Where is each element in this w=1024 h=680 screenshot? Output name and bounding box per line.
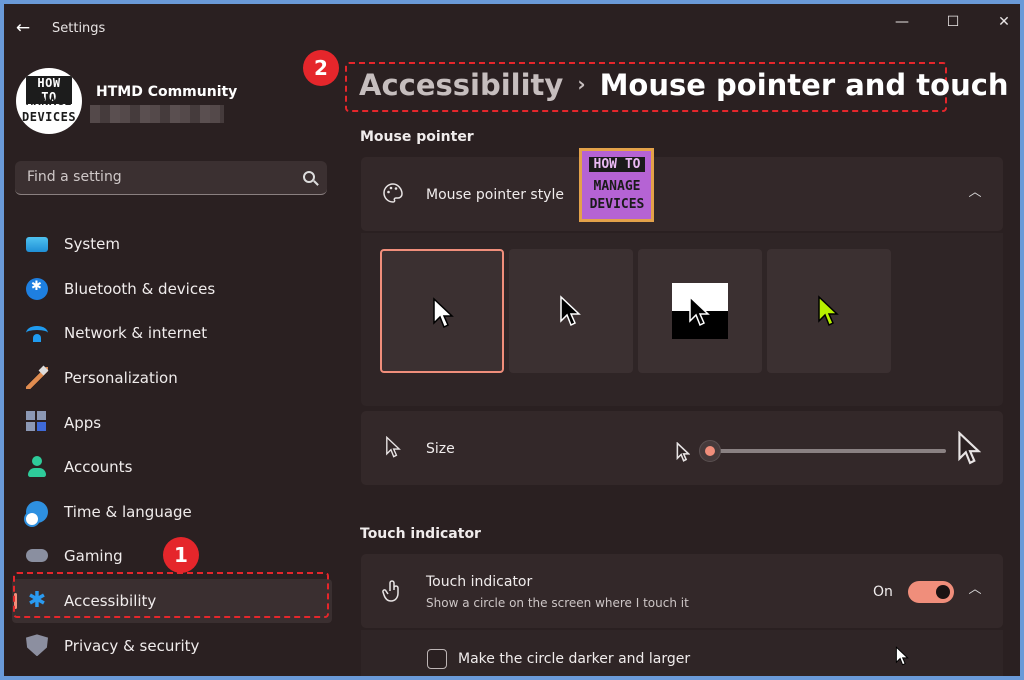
back-arrow-icon[interactable]: ← (13, 18, 33, 38)
touch-indicator-header[interactable]: Touch indicator Show a circle on the scr… (361, 554, 1003, 628)
gamepad-icon (26, 549, 48, 563)
sidebar-item-label: Gaming (64, 547, 123, 566)
sidebar-item-system[interactable]: System (12, 222, 332, 267)
avatar-logo-line: DEVICES (22, 110, 77, 124)
system-icon (26, 237, 48, 252)
sidebar-item-label: Bluetooth & devices (64, 279, 216, 298)
clock-globe-icon (24, 500, 48, 527)
search-input[interactable] (27, 169, 287, 185)
settings-window: ← Settings — ☐ ✕ HOW TO MANAGE DEVICES H… (4, 4, 1020, 676)
watermark-line: DEVICES (589, 197, 645, 212)
touch-indicator-description: Show a circle on the screen where I touc… (426, 596, 689, 610)
sidebar-item-network[interactable]: Network & internet (12, 311, 332, 356)
chevron-up-icon[interactable]: ︿ (965, 580, 985, 600)
close-button[interactable]: ✕ (984, 10, 1020, 34)
small-pointer-icon (676, 442, 690, 462)
person-icon (26, 455, 48, 478)
avatar[interactable]: HOW TO MANAGE DEVICES (16, 68, 82, 134)
sidebar-item-accounts[interactable]: Accounts (12, 445, 332, 490)
darker-larger-circle-label: Make the circle darker and larger (458, 651, 691, 667)
custom-color-cursor-icon (818, 295, 839, 327)
breadcrumb-parent[interactable]: Accessibility (359, 68, 563, 102)
pointer-icon (381, 435, 405, 460)
annotation-badge-1: 1 (163, 537, 199, 573)
pointer-style-custom[interactable] (767, 249, 891, 373)
size-slider-track[interactable] (710, 449, 946, 453)
sidebar-item-label: Network & internet (64, 324, 208, 343)
touch-indicator-toggle[interactable] (908, 581, 954, 603)
section-heading-touch-indicator: Touch indicator (360, 526, 481, 542)
mouse-cursor-icon (895, 646, 909, 666)
wifi-icon (26, 326, 48, 343)
pointer-style-inverted[interactable] (638, 249, 762, 373)
minimize-button[interactable]: — (882, 10, 922, 34)
shield-icon (26, 634, 48, 657)
touch-indicator-label: Touch indicator (426, 574, 533, 590)
title-bar: ← Settings — ☐ ✕ (4, 4, 1020, 52)
section-heading-mouse-pointer: Mouse pointer (360, 129, 474, 145)
maximize-button[interactable]: ☐ (933, 10, 973, 34)
palette-icon (381, 182, 405, 206)
sidebar-item-privacy-security[interactable]: Privacy & security (12, 623, 332, 668)
annotation-badge-2: 2 (303, 50, 339, 86)
mouse-pointer-style-label: Mouse pointer style (426, 187, 564, 203)
search-icon[interactable] (303, 171, 315, 183)
white-cursor-icon (433, 297, 454, 329)
large-pointer-icon (958, 431, 981, 465)
watermark-line: HOW TO (589, 157, 645, 172)
sidebar-item-personalization[interactable]: Personalization (12, 356, 332, 401)
chevron-up-icon[interactable]: ︿ (965, 183, 985, 203)
sidebar-item-label: Apps (64, 413, 102, 432)
sidebar-item-bluetooth[interactable]: Bluetooth & devices (12, 267, 332, 312)
sidebar-item-apps[interactable]: Apps (12, 400, 332, 445)
apps-icon (26, 411, 48, 433)
avatar-logo-line: MANAGE (25, 94, 73, 108)
size-slider-thumb[interactable] (699, 440, 721, 462)
bluetooth-icon (26, 277, 48, 300)
pointer-style-black[interactable] (509, 249, 633, 373)
watermark-logo: HOW TO MANAGE DEVICES (579, 148, 654, 222)
sidebar-item-label: Accounts (64, 458, 133, 477)
touch-hand-icon (381, 579, 405, 603)
black-cursor-icon (560, 295, 581, 327)
inverted-cursor-icon (689, 295, 710, 327)
sidebar-item-time-language[interactable]: Time & language (12, 490, 332, 535)
search-box[interactable] (15, 161, 327, 195)
sidebar-item-label: Privacy & security (64, 636, 200, 655)
watermark-line: MANAGE (593, 179, 641, 194)
mouse-pointer-style-header[interactable]: Mouse pointer style ︿ (361, 157, 1003, 231)
page-title: Mouse pointer and touch (599, 68, 1009, 102)
sidebar-item-label: Time & language (64, 502, 192, 521)
user-name: HTMD Community (96, 84, 238, 100)
sidebar-item-label: Personalization (64, 369, 178, 388)
darker-larger-circle-checkbox[interactable] (427, 649, 447, 669)
user-email-redacted (90, 105, 224, 123)
toggle-state-label: On (873, 584, 893, 600)
annotation-highlight-accessibility (13, 572, 329, 618)
breadcrumb: Accessibility › Mouse pointer and touch (359, 68, 1009, 102)
pointer-style-white[interactable] (380, 249, 504, 373)
brush-icon (26, 366, 48, 389)
size-label: Size (426, 441, 455, 457)
app-title: Settings (52, 21, 106, 36)
sidebar-item-label: System (64, 235, 120, 254)
chevron-right-icon: › (577, 72, 586, 96)
